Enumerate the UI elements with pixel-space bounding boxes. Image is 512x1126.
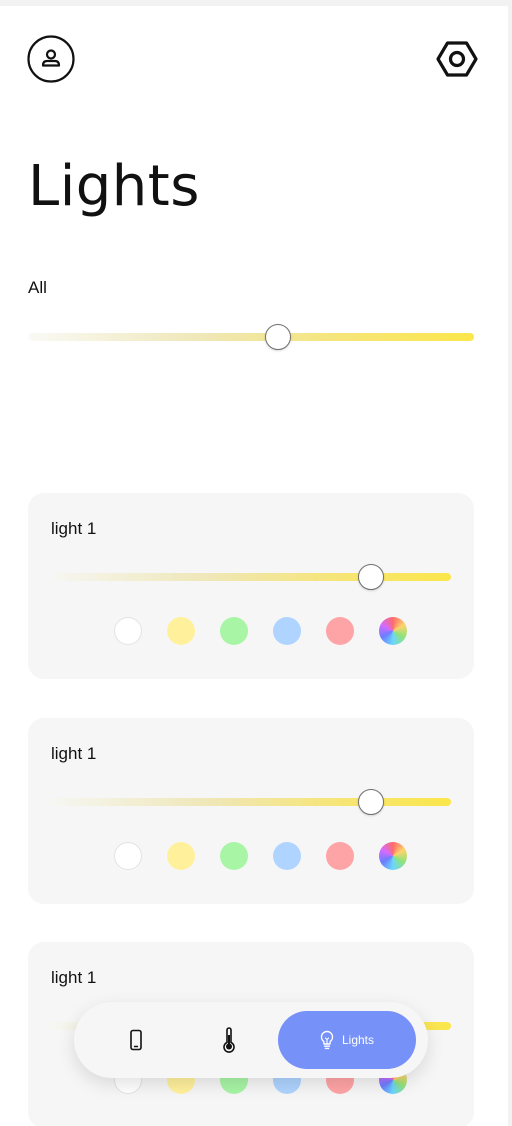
nav-devices-tab[interactable] (114, 1016, 158, 1064)
slider-knob[interactable] (264, 324, 291, 350)
color-swatches (114, 842, 407, 870)
all-brightness-slider[interactable] (28, 324, 474, 350)
phone-icon (130, 1029, 142, 1051)
color-swatch-yellow[interactable] (167, 617, 195, 645)
color-swatch-white[interactable] (114, 617, 142, 645)
color-swatches (114, 617, 407, 645)
slider-track (28, 333, 474, 341)
color-swatch-rainbow[interactable] (379, 617, 407, 645)
settings-button[interactable] (432, 34, 482, 84)
bottom-nav: Lights (74, 1002, 428, 1078)
color-swatch-red[interactable] (326, 842, 354, 870)
color-swatch-blue[interactable] (273, 617, 301, 645)
thermometer-icon (223, 1027, 235, 1053)
color-swatch-yellow[interactable] (167, 842, 195, 870)
page-title: Lights (28, 154, 200, 219)
light-brightness-slider[interactable] (51, 789, 451, 815)
nav-lights-tab[interactable]: Lights (278, 1011, 416, 1069)
nav-lights-label: Lights (341, 1033, 375, 1047)
all-lights-label: All (28, 278, 47, 297)
profile-button[interactable] (26, 34, 76, 84)
lightbulb-icon (320, 1030, 334, 1050)
color-swatch-white[interactable] (114, 842, 142, 870)
color-swatch-green[interactable] (220, 617, 248, 645)
color-swatch-rainbow[interactable] (379, 842, 407, 870)
slider-knob[interactable] (358, 564, 384, 590)
slider-knob[interactable] (358, 789, 384, 815)
hexagon-settings-icon (436, 41, 478, 77)
light-name: light 1 (51, 519, 97, 538)
lights-screen: Lights All light 1 light 1 light 1 Light… (0, 6, 508, 1126)
light-name: light 1 (51, 968, 97, 987)
slider-track (51, 798, 451, 806)
light-brightness-slider[interactable] (51, 564, 451, 590)
person-icon (27, 35, 75, 83)
color-swatch-green[interactable] (220, 842, 248, 870)
color-swatch-blue[interactable] (273, 842, 301, 870)
light-name: light 1 (51, 744, 97, 763)
color-swatch-red[interactable] (326, 617, 354, 645)
nav-climate-tab[interactable] (207, 1016, 251, 1064)
light-card: light 1 (28, 493, 474, 679)
light-card: light 1 (28, 718, 474, 904)
slider-track (51, 573, 451, 581)
